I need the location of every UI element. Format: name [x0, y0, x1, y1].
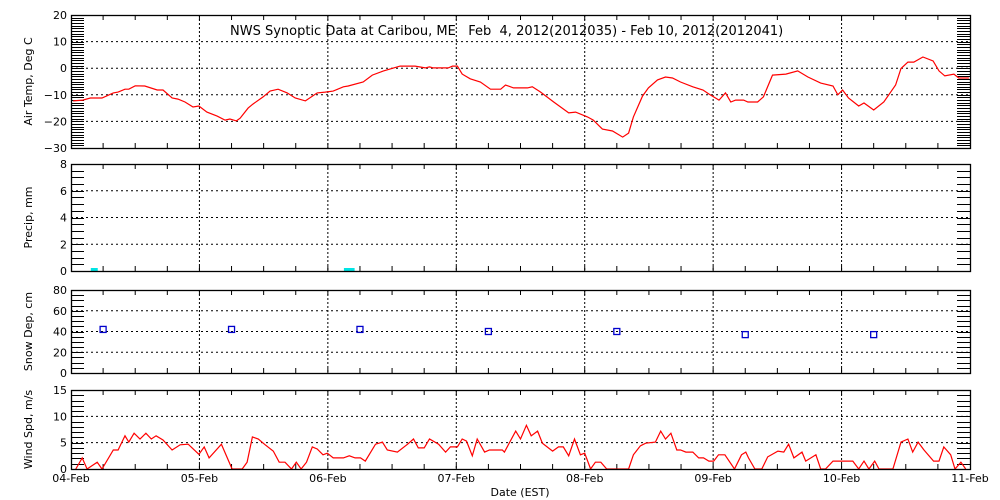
y-axis-label: Precip, mm [22, 187, 35, 249]
y-axis-label: Snow Dep, cm [22, 292, 35, 371]
y-tick-label: 20 [53, 9, 67, 22]
y-tick-label: 80 [53, 284, 67, 297]
chart-title: NWS Synoptic Data at Caribou, ME Feb 4, … [230, 24, 783, 39]
y-tick-label: 5 [60, 437, 67, 450]
snow-depth-marker [741, 330, 749, 339]
y-tick-label: 4 [60, 212, 67, 225]
wind-speed-line [75, 423, 967, 471]
y-tick-label: 0 [60, 367, 67, 380]
x-tick-label: 09-Feb [694, 472, 731, 485]
y-tick-label: −20 [44, 115, 67, 128]
panel-snow-depth: 0 20 40 60 80 Snow Dep, cm [22, 284, 972, 380]
precip-bar [90, 268, 98, 271]
x-tick-label: 07-Feb [438, 472, 475, 485]
y-axis-label: Air Temp, Deg C [22, 37, 35, 126]
y-tick-label: 40 [53, 326, 67, 339]
x-tick-label: 04-Feb [52, 472, 89, 485]
x-tick-label: 05-Feb [181, 472, 218, 485]
y-tick-label: 8 [60, 158, 67, 171]
panel-frame [70, 389, 972, 471]
y-tick-label: −30 [44, 142, 67, 155]
panel-precip: 0 2 4 6 8 Precip, mm [22, 158, 972, 278]
x-tick-label: 08-Feb [566, 472, 603, 485]
y-tick-label: 10 [53, 36, 67, 49]
y-tick-label: −10 [44, 89, 67, 102]
y-tick-label: 15 [53, 384, 67, 397]
y-tick-label: 2 [60, 238, 67, 251]
y-tick-label: 10 [53, 410, 67, 423]
air-temp-line [73, 56, 969, 138]
y-tick-label: 6 [60, 185, 67, 198]
x-tick-label: 11-Feb [951, 472, 988, 485]
panel-wind-speed: 051015Wind Spd, m/s [22, 384, 972, 476]
precip-bar [343, 268, 355, 271]
y-tick-label: 0 [60, 265, 67, 278]
x-axis-label: Date (EST) [490, 486, 549, 499]
y-tick-label: 0 [60, 62, 67, 75]
x-tick-label: 06-Feb [309, 472, 346, 485]
synoptic-chart: NWS Synoptic Data at Caribou, ME Feb 4, … [22, 9, 989, 499]
y-tick-label: 60 [53, 305, 67, 318]
snow-depth-marker [870, 330, 878, 339]
x-tick-label: 10-Feb [823, 472, 860, 485]
y-axis-label: Wind Spd, m/s [22, 390, 35, 470]
y-tick-label: 20 [53, 346, 67, 359]
